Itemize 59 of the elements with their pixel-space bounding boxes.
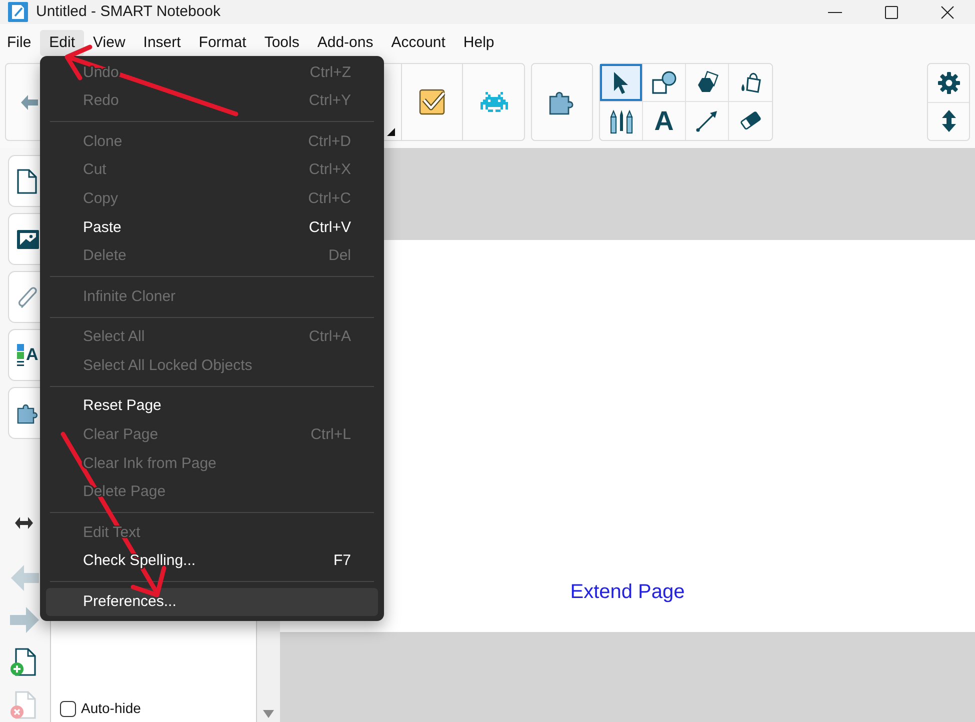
polygon-tool-button[interactable] bbox=[686, 64, 729, 102]
auto-hide-checkbox[interactable] bbox=[60, 700, 76, 716]
window-title: Untitled - SMART Notebook bbox=[36, 2, 221, 22]
menu-bar-item[interactable]: File bbox=[0, 30, 40, 56]
menu-bar-item[interactable]: Add-ons bbox=[308, 30, 382, 56]
hexagon-icon bbox=[696, 71, 718, 94]
paperclip-icon bbox=[17, 286, 39, 308]
shortcut-text: Ctrl+Y bbox=[308, 91, 351, 112]
image-icon bbox=[17, 230, 39, 248]
horizontal-arrows-icon bbox=[15, 517, 33, 529]
menu-bar-item[interactable]: Format bbox=[190, 30, 256, 56]
monster-icon bbox=[480, 92, 508, 112]
shortcut-text: Ctrl+C bbox=[308, 189, 351, 210]
dropdown-triangle-icon bbox=[387, 128, 395, 136]
up-down-arrows-icon bbox=[942, 110, 956, 132]
cursor-icon bbox=[613, 72, 629, 94]
add-page-button[interactable] bbox=[10, 648, 36, 676]
menu-bar-item[interactable]: View bbox=[84, 30, 134, 56]
menu-item[interactable]: Paste Ctrl+V bbox=[46, 214, 378, 242]
menu-bar-item[interactable]: Account bbox=[382, 30, 454, 56]
shortcut-text: Ctrl+D bbox=[308, 132, 351, 152]
text-tool-button[interactable]: A bbox=[643, 102, 686, 140]
shortcut-text: Ctrl+X bbox=[308, 160, 351, 180]
move-sidebar-button[interactable] bbox=[15, 517, 33, 529]
shortcut-text: Ctrl+Z bbox=[310, 62, 351, 83]
color-squares-icon bbox=[17, 344, 24, 366]
settings-icon bbox=[936, 70, 960, 95]
shapes-icon bbox=[652, 71, 676, 94]
left-arrow-icon bbox=[21, 94, 38, 110]
check-square-icon bbox=[419, 89, 445, 115]
scroll-down-arrow-icon bbox=[263, 710, 274, 718]
puzzle-icon bbox=[549, 89, 575, 115]
auto-hide-label: Auto-hide bbox=[81, 699, 141, 718]
shapes-tool-button[interactable] bbox=[643, 64, 686, 102]
page-icon bbox=[17, 168, 37, 194]
right-arrow-icon bbox=[10, 607, 39, 633]
menu-bar-item[interactable]: Help bbox=[454, 30, 504, 56]
left-arrow-icon bbox=[11, 564, 39, 592]
line-icon bbox=[696, 110, 718, 132]
extend-page-link[interactable]: Extend Page bbox=[570, 577, 685, 607]
app-logo-icon bbox=[8, 2, 28, 22]
shortcut-text: Ctrl+V bbox=[308, 218, 351, 238]
add-page-icon bbox=[10, 648, 36, 676]
pens-icon bbox=[610, 108, 632, 134]
shortcut-text: F7 bbox=[333, 551, 351, 572]
menu-item[interactable]: Preferences... bbox=[46, 588, 378, 616]
maximize-icon bbox=[884, 6, 898, 18]
menu-item[interactable]: Reset Page bbox=[46, 392, 378, 421]
menu-bar-item[interactable]: Insert bbox=[134, 30, 190, 56]
delete-page-icon bbox=[10, 691, 36, 719]
select-tool-button[interactable] bbox=[600, 64, 643, 102]
menu-bar-item[interactable]: Edit bbox=[40, 30, 84, 56]
menu-bar-item[interactable]: Tools bbox=[255, 30, 308, 56]
shortcut-text: Ctrl+A bbox=[308, 327, 351, 348]
close-icon bbox=[940, 6, 954, 18]
shortcut-text: Del bbox=[328, 246, 351, 266]
puzzle-icon bbox=[17, 402, 39, 424]
paint-bucket-icon bbox=[739, 71, 762, 94]
shortcut-text: Ctrl+L bbox=[310, 424, 351, 445]
